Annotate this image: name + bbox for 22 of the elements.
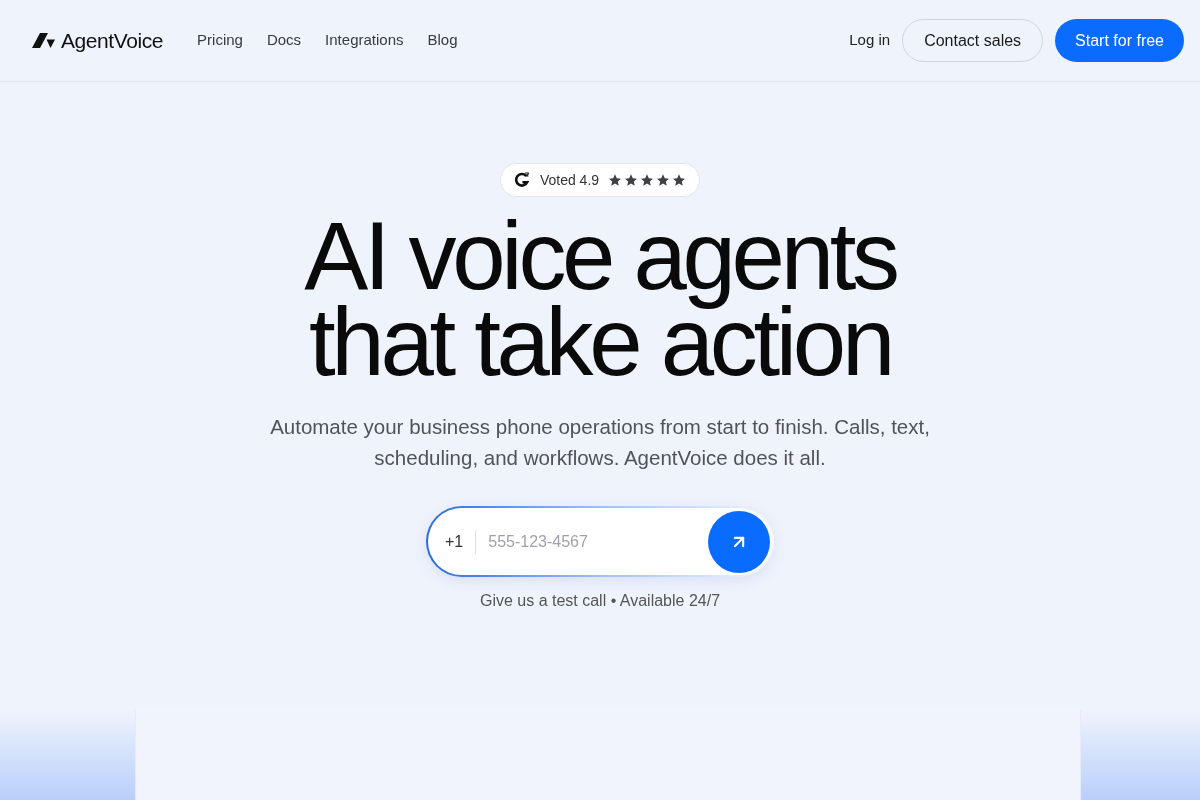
nav-link[interactable]: Docs	[266, 29, 302, 52]
submit-button[interactable]	[708, 510, 770, 573]
nav-link[interactable]: Blog	[427, 29, 458, 52]
rating-text: Voted 4.9	[539, 170, 600, 190]
star-icon	[657, 174, 670, 186]
brand-name: AgentVoice	[61, 27, 164, 54]
logo-icon	[513, 172, 530, 188]
hero-headline: AI voice agents that take action	[303, 213, 898, 385]
star-icon	[625, 174, 638, 186]
hero-subtitle: Automate your business phone operations from start to finish. Calls, text, scheduling, and workflows. AgentVoice does it all.	[269, 414, 931, 471]
start-free-button[interactable]: Start for free	[1055, 19, 1184, 62]
phone-input-field[interactable]: 555-123-4567	[488, 523, 708, 560]
star-icon	[641, 174, 654, 186]
login-link[interactable]: Log in	[849, 29, 891, 52]
star-icon	[673, 174, 686, 186]
nav-link[interactable]: Integrations	[325, 29, 404, 52]
test-call-caption: Give us a test call • Available 24/7	[479, 591, 721, 611]
phone-entry-field[interactable]: +1 555-123-4567	[426, 506, 774, 577]
star-icon	[609, 174, 622, 186]
logo-icon	[32, 33, 55, 48]
country-code: +1	[445, 531, 464, 552]
nav-link[interactable]: Pricing	[197, 29, 243, 52]
